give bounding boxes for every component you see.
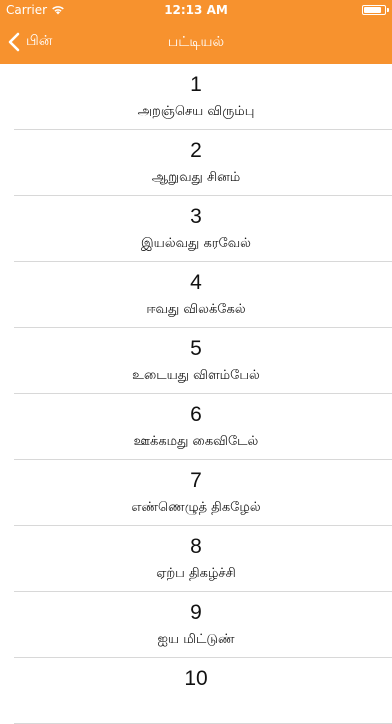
list-item[interactable]: 4 ஈவது விலக்கேல் (0, 262, 392, 328)
item-number: 4 (190, 271, 202, 294)
status-bar: Carrier 12:13 AM (0, 0, 392, 20)
item-title: உடையது விளம்பேல் (132, 368, 260, 383)
list-item[interactable]: 6 ஊக்கமது கைவிடேல் (0, 394, 392, 460)
item-title: எண்ணெழுத் திகழேல் (131, 500, 261, 515)
battery-icon (362, 5, 389, 15)
item-number: 10 (184, 667, 208, 690)
list-item[interactable]: 5 உடையது விளம்பேல் (0, 328, 392, 394)
item-number: 7 (190, 469, 202, 492)
item-number: 8 (190, 535, 202, 558)
item-title: ஊக்கமது கைவிடேல் (133, 434, 259, 449)
list-item[interactable]: 9 ஐய மிட்டுண் (0, 592, 392, 658)
item-title: அறஞ்செய விரும்பு (137, 104, 255, 119)
item-number: 5 (190, 337, 202, 360)
list-item[interactable]: 8 ஏற்ப திகழ்ச்சி (0, 526, 392, 592)
item-number: 6 (190, 403, 202, 426)
list-item[interactable]: 1 அறஞ்செய விரும்பு (0, 64, 392, 130)
list-item[interactable]: 2 ஆறுவது சினம் (0, 130, 392, 196)
status-time: 12:13 AM (164, 3, 228, 17)
chapter-list: 1 அறஞ்செய விரும்பு 2 ஆறுவது சினம் 3 இயல்… (0, 64, 392, 724)
list-item[interactable]: 7 எண்ணெழுத் திகழேல் (0, 460, 392, 526)
item-number: 3 (190, 205, 202, 228)
battery-fill (364, 7, 381, 13)
item-title: ஏற்ப திகழ்ச்சி (156, 566, 236, 581)
item-title: ஆறுவது சினம் (151, 170, 241, 185)
navigation-bar: பின் பட்டியல் (0, 20, 392, 64)
item-title: ஈவது விலக்கேல் (146, 302, 246, 317)
list-item[interactable]: 10 (0, 658, 392, 724)
item-title: இயல்வது கரவேல் (141, 236, 251, 251)
page-title: பட்டியல் (167, 34, 225, 50)
item-title: ஐய மிட்டுண் (157, 632, 235, 647)
item-number: 9 (190, 601, 202, 624)
list-item[interactable]: 3 இயல்வது கரவேல் (0, 196, 392, 262)
item-number: 2 (190, 139, 202, 162)
item-number: 1 (190, 73, 202, 96)
